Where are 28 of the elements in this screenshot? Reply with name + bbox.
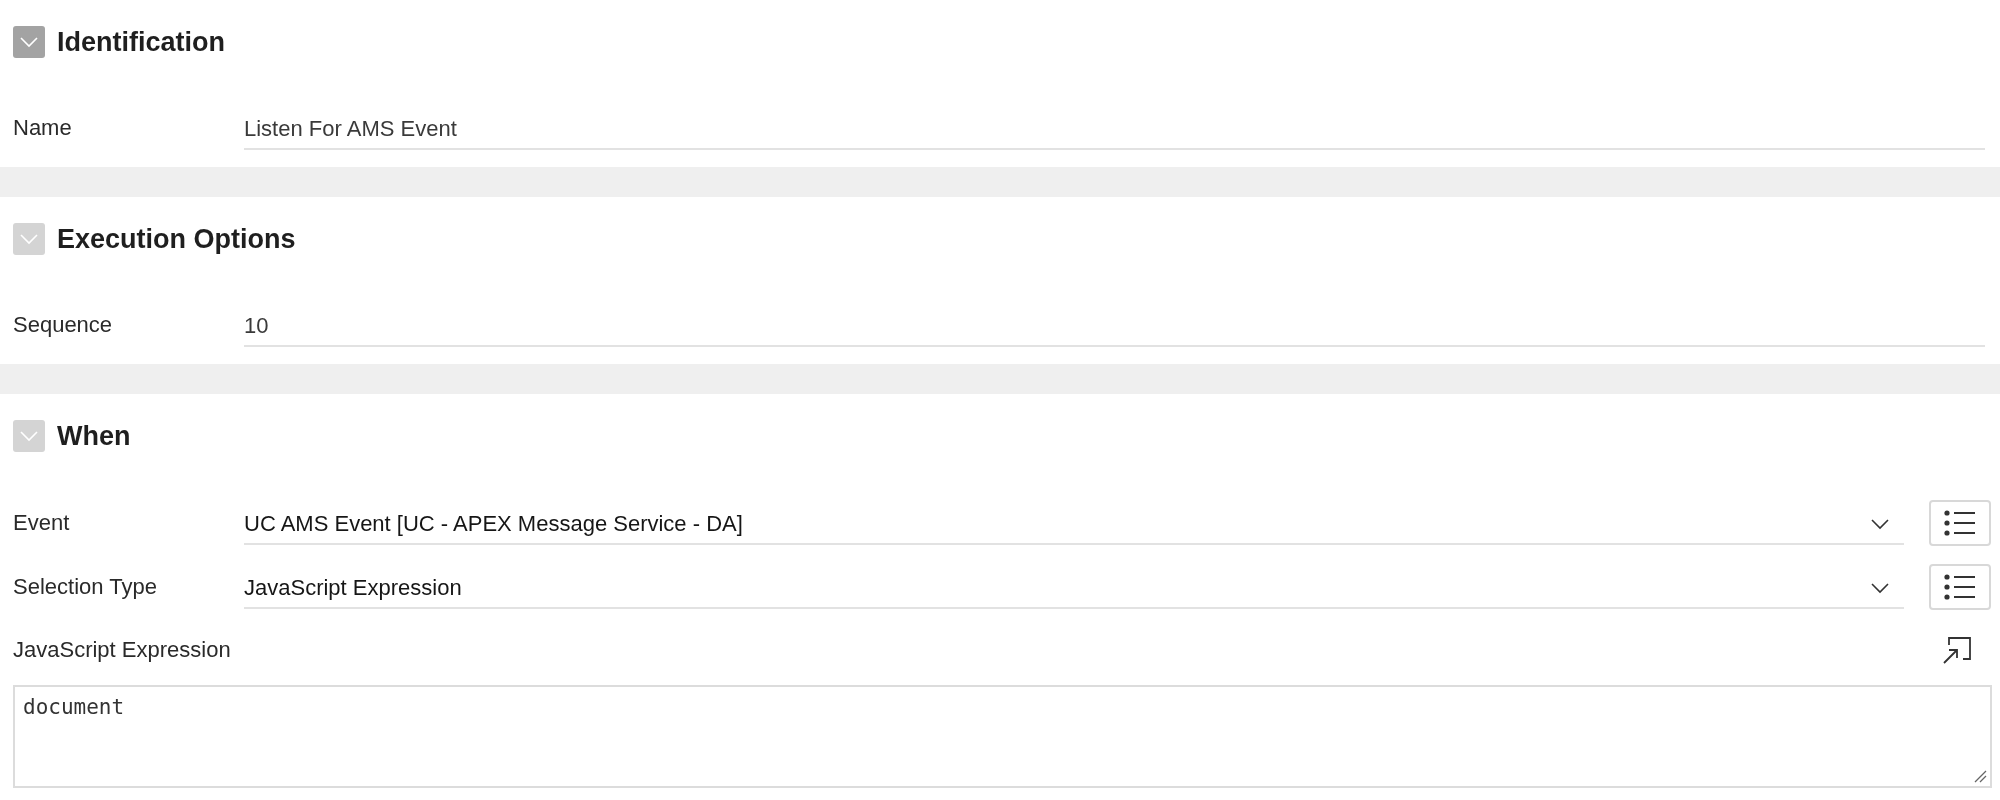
section-title: Execution Options: [57, 223, 296, 255]
chevron-down-icon: [1870, 582, 1890, 594]
field-label: Sequence: [13, 312, 114, 338]
list-button[interactable]: [1929, 500, 1991, 546]
chevron-down-icon: [19, 430, 39, 442]
field-label: Selection Type: [13, 574, 158, 600]
field-label: Name: [13, 115, 73, 141]
select-field[interactable]: JavaScript Expression: [244, 565, 1904, 609]
list-icon: [1944, 510, 1976, 536]
expand-icon: [1942, 635, 1972, 665]
field-label: Event: [13, 510, 71, 536]
collapse-toggle[interactable]: [13, 223, 45, 255]
list-icon: [1944, 574, 1976, 600]
text-field[interactable]: 10: [244, 303, 1985, 347]
list-button[interactable]: [1929, 564, 1991, 610]
text-field[interactable]: Listen For AMS Event: [244, 106, 1985, 150]
collapse-toggle[interactable]: [13, 420, 45, 452]
select-field[interactable]: UC AMS Event [UC - APEX Message Service - DA]: [244, 501, 1904, 545]
section-title: Identification: [57, 26, 225, 58]
chevron-down-icon: [1870, 518, 1890, 530]
code-editor[interactable]: document: [13, 685, 1992, 788]
section-title: When: [57, 420, 131, 452]
field-label: JavaScript Expression: [13, 637, 232, 663]
collapse-toggle[interactable]: [13, 26, 45, 58]
chevron-down-icon: [19, 36, 39, 48]
chevron-down-icon: [19, 233, 39, 245]
resize-grip-icon[interactable]: [1973, 769, 1987, 783]
expand-button[interactable]: [1942, 635, 1972, 665]
